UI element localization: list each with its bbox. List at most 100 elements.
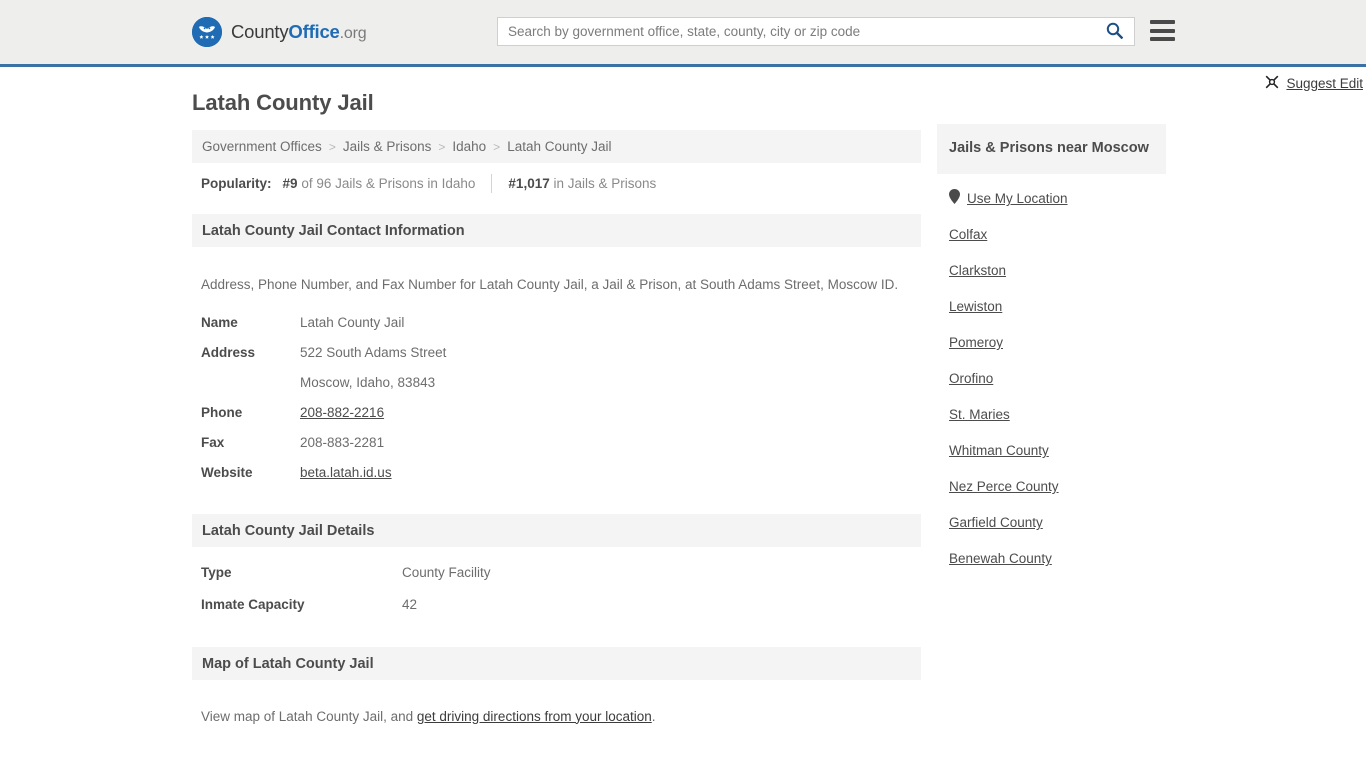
site-logo[interactable]: CountyOffice.org [192,17,367,47]
map-pin-icon [949,188,960,209]
breadcrumb-item-government-offices[interactable]: Government Offices [202,139,322,154]
popularity-label: Popularity: [201,175,272,191]
sidebar-item-clarkston[interactable]: Clarkston [949,246,1154,282]
details-row-key: Inmate Capacity [201,597,305,612]
table-row: Type County Facility [192,557,921,589]
table-row: Address 522 South Adams Street [192,338,921,368]
contact-row-value[interactable]: beta.latah.id.us [300,458,921,488]
hamburger-bar [1150,28,1175,33]
contact-row-key: Phone [201,405,243,420]
hamburger-menu-icon[interactable] [1150,20,1175,41]
sidebar-link-nez-perce-county[interactable]: Nez Perce County [949,479,1059,494]
breadcrumb-item-jails-prisons[interactable]: Jails & Prisons [343,139,432,154]
sidebar-link-pomeroy[interactable]: Pomeroy [949,335,1003,350]
breadcrumb-item-latah-county-jail: Latah County Jail [507,139,612,154]
sidebar-item-pomeroy[interactable]: Pomeroy [949,318,1154,354]
sidebar-item-benewah-county[interactable]: Benewah County [949,534,1154,570]
breadcrumb: Government Offices > Jails & Prisons > Idaho… [192,130,921,163]
sidebar-item-orofino[interactable]: Orofino [949,354,1154,390]
popularity-state-text: of 96 Jails & Prisons in Idaho [301,175,476,191]
hamburger-bar [1150,37,1175,41]
table-row: Moscow, Idaho, 83843 [192,368,921,398]
table-row: Phone 208-882-2216 [192,398,921,428]
sidebar-link-benewah-county[interactable]: Benewah County [949,551,1052,566]
sidebar-item-nez-perce-county[interactable]: Nez Perce County [949,462,1154,498]
sidebar-link-colfax[interactable]: Colfax [949,227,987,242]
popularity-state-rank: #9 [282,175,298,191]
contact-info-table: Name Latah County Jail Address 522 South Ad… [192,308,921,488]
breadcrumb-separator: > [493,139,501,154]
map-text-before: View map of Latah County Jail, and [201,708,417,724]
breadcrumb-item-idaho[interactable]: Idaho [452,139,486,154]
sidebar-link-use-my-location[interactable]: Use My Location [967,191,1068,206]
sidebar-link-lewiston[interactable]: Lewiston [949,299,1002,314]
table-row: Name Latah County Jail [192,308,921,338]
site-header: CountyOffice.org [0,0,1366,67]
search-input[interactable] [498,18,1094,45]
details-table: Type County Facility Inmate Capacity 42 [192,557,921,621]
sidebar-link-st-maries[interactable]: St. Maries [949,407,1010,422]
contact-row-key: Website [201,465,253,480]
contact-link-phone[interactable]: 208-882-2216 [300,405,384,420]
popularity-national-text: in Jails & Prisons [553,175,657,191]
site-logo-text: CountyOffice.org [231,21,367,43]
popularity-divider [491,173,493,193]
sidebar-link-clarkston[interactable]: Clarkston [949,263,1006,278]
hamburger-bar [1150,20,1175,24]
logo-text-office: Office [288,21,340,42]
contact-row-key [192,368,300,398]
driving-directions-link[interactable]: get driving directions from your locatio… [417,709,652,724]
sidebar-item-lewiston[interactable]: Lewiston [949,282,1154,318]
map-section-header: Map of Latah County Jail [192,647,921,680]
popularity-national-rank: #1,017 [508,175,550,191]
table-row: Fax 208-883-2281 [192,428,921,458]
sidebar-link-orofino[interactable]: Orofino [949,371,993,386]
popularity-national: #1,017 in Jails & Prisons [508,176,656,191]
contact-row-key: Fax [201,435,225,450]
sidebar-item-use-my-location[interactable]: Use My Location [949,174,1154,210]
sidebar-item-whitman-county[interactable]: Whitman County [949,426,1154,462]
sidebar-item-colfax[interactable]: Colfax [949,210,1154,246]
contact-row-key: Address [201,345,256,360]
page-body: Latah County Jail Government Offices > Jai… [0,67,1366,737]
suggest-edit-button[interactable]: Suggest Edit [1265,75,1363,92]
eagle-shield-logo-icon [192,17,222,47]
contact-row-value: Moscow, Idaho, 83843 [300,375,436,390]
search-button[interactable] [1094,18,1134,45]
search-icon [1106,22,1123,42]
contact-row-value: 522 South Adams Street [300,345,447,360]
contact-section-header: Latah County Jail Contact Information [192,214,921,247]
details-section-header: Latah County Jail Details [192,514,921,547]
sidebar-link-garfield-county[interactable]: Garfield County [949,515,1043,530]
sidebar-link-whitman-county[interactable]: Whitman County [949,443,1049,458]
sidebar-item-st-maries[interactable]: St. Maries [949,390,1154,426]
details-row-value: 42 [402,597,418,612]
contact-row-value[interactable]: 208-882-2216 [300,398,921,428]
details-row-key: Type [201,565,232,580]
sidebar-item-garfield-county[interactable]: Garfield County [949,498,1154,534]
contact-link-website[interactable]: beta.latah.id.us [300,465,392,480]
edit-pencil-icon [1265,75,1279,92]
contact-row-value: Latah County Jail [300,315,405,330]
sidebar: Jails & Prisons near Moscow Use My Locat… [937,124,1166,570]
contact-description: Address, Phone Number, and Fax Number fo… [201,276,899,292]
main-content: Latah County Jail Government Offices > Jai… [192,67,1363,737]
search-bar[interactable] [497,17,1135,46]
map-text-after: . [651,708,656,724]
suggest-edit-label: Suggest Edit [1286,76,1363,91]
contact-row-value: 208-883-2281 [300,435,385,450]
page-title: Latah County Jail [192,90,374,115]
contact-row-key: Name [201,315,238,330]
table-row: Inmate Capacity 42 [192,589,921,621]
sidebar-title: Jails & Prisons near Moscow [937,124,1166,174]
breadcrumb-separator: > [328,139,336,154]
breadcrumb-separator: > [438,139,446,154]
details-row-value: County Facility [402,565,491,580]
popularity-state: #9 of 96 Jails & Prisons in Idaho [283,176,476,191]
sidebar-list: Use My Location Colfax Clarkston Lewiston Po… [937,174,1166,570]
map-description: View map of Latah County Jail, and get d… [192,694,921,724]
popularity-bar: Popularity: #9 of 96 Jails & Prisons in … [192,163,921,203]
logo-text-org: .org [339,25,367,42]
logo-text-county: County [231,21,289,42]
table-row: Website beta.latah.id.us [192,458,921,488]
